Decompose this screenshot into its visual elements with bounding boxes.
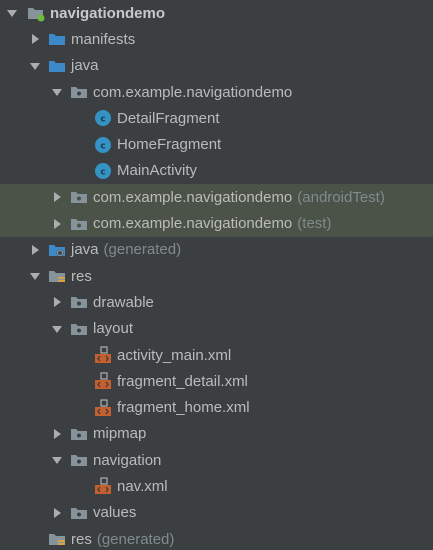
collapsed-arrow-icon[interactable]	[47, 214, 67, 234]
layout-xml-icon	[94, 372, 112, 390]
tree-label-navigation: navigation	[93, 451, 162, 469]
tree-suffix-res-generated: (generated)	[96, 530, 175, 548]
resource-folder-icon	[48, 267, 66, 285]
tree-row-navigation[interactable]: navigation	[0, 447, 433, 473]
tree-label-java: java	[71, 57, 99, 75]
folder-icon	[70, 504, 88, 522]
tree-row-layout[interactable]: layout	[0, 316, 433, 342]
package-icon	[70, 215, 88, 233]
collapsed-arrow-icon[interactable]	[47, 292, 67, 312]
tree-row-detail-fragment[interactable]: c DetailFragment	[0, 105, 433, 131]
expanded-arrow-icon[interactable]	[25, 266, 45, 286]
tree-suffix-android-test: (androidTest)	[297, 188, 385, 206]
collapsed-arrow-icon[interactable]	[25, 240, 45, 260]
tree-label-fragment-detail-xml: fragment_detail.xml	[117, 372, 248, 390]
tree-row-home-fragment[interactable]: c HomeFragment	[0, 131, 433, 157]
folder-icon	[70, 425, 88, 443]
expanded-arrow-icon[interactable]	[47, 82, 67, 102]
class-icon: c	[94, 162, 112, 180]
tree-suffix-java-generated: (generated)	[103, 241, 182, 259]
collapsed-arrow-icon[interactable]	[47, 424, 67, 444]
layout-xml-icon	[94, 346, 112, 364]
class-icon: c	[94, 136, 112, 154]
collapsed-arrow-icon[interactable]	[47, 187, 67, 207]
tree-row-res-generated[interactable]: res (generated)	[0, 526, 433, 550]
tree-label-mipmap: mipmap	[93, 425, 147, 443]
tree-label-package-android-test: com.example.navigationdemo	[93, 188, 293, 206]
svg-text:c: c	[100, 141, 105, 151]
tree-row-root[interactable]: navigationdemo	[0, 0, 433, 26]
source-folder-icon	[48, 57, 66, 75]
folder-icon	[70, 320, 88, 338]
package-icon	[70, 83, 88, 101]
tree-label-package-test: com.example.navigationdemo	[93, 215, 293, 233]
package-icon	[70, 188, 88, 206]
tree-row-package-test[interactable]: com.example.navigationdemo (test)	[0, 210, 433, 237]
tree-label-detail-fragment: DetailFragment	[117, 109, 220, 127]
tree-label-nav-xml: nav.xml	[117, 477, 168, 495]
collapsed-arrow-icon[interactable]	[47, 503, 67, 523]
expanded-arrow-icon[interactable]	[47, 450, 67, 470]
tree-row-main-activity[interactable]: c MainActivity	[0, 158, 433, 184]
class-icon: c	[94, 109, 112, 127]
folder-icon	[70, 293, 88, 311]
tree-row-activity-main-xml[interactable]: activity_main.xml	[0, 342, 433, 368]
tree-row-values[interactable]: values	[0, 500, 433, 526]
tree-row-manifests[interactable]: manifests	[0, 26, 433, 52]
tree-row-mipmap[interactable]: mipmap	[0, 421, 433, 447]
tree-label-res-generated: res	[71, 530, 92, 548]
svg-text:c: c	[100, 115, 105, 125]
generated-source-folder-icon	[48, 241, 66, 259]
tree-row-res[interactable]: res	[0, 263, 433, 289]
expanded-arrow-icon[interactable]	[25, 56, 45, 76]
expanded-arrow-icon[interactable]	[47, 319, 67, 339]
tree-label-java-generated: java	[71, 241, 99, 259]
layout-xml-icon	[94, 477, 112, 495]
source-folder-icon	[48, 30, 66, 48]
expanded-arrow-icon[interactable]	[2, 3, 22, 23]
resource-folder-icon	[48, 530, 66, 548]
tree-label-res: res	[71, 267, 92, 285]
svg-text:c: c	[100, 167, 105, 177]
tree-label-layout: layout	[93, 320, 134, 338]
tree-label-manifests: manifests	[71, 30, 136, 48]
tree-row-fragment-home-xml[interactable]: fragment_home.xml	[0, 394, 433, 420]
tree-label-home-fragment: HomeFragment	[117, 136, 222, 154]
layout-xml-icon	[94, 398, 112, 417]
tree-row-nav-xml[interactable]: nav.xml	[0, 473, 433, 499]
tree-row-drawable[interactable]: drawable	[0, 289, 433, 315]
tree-label-drawable: drawable	[93, 293, 154, 311]
module-folder-icon	[27, 4, 45, 22]
tree-row-fragment-detail-xml[interactable]: fragment_detail.xml	[0, 368, 433, 394]
tree-label-root: navigationdemo	[50, 4, 166, 22]
tree-label-values: values	[93, 504, 137, 522]
tree-label-activity-main-xml: activity_main.xml	[117, 346, 232, 364]
tree-suffix-test: (test)	[297, 215, 332, 233]
tree-row-package-android-test[interactable]: com.example.navigationdemo (androidTest)	[0, 184, 433, 211]
project-tree: navigationdemo manifests java com.exampl…	[0, 0, 433, 550]
tree-label-main-activity: MainActivity	[117, 162, 198, 180]
tree-row-java-generated[interactable]: java (generated)	[0, 237, 433, 263]
collapsed-arrow-icon[interactable]	[25, 29, 45, 49]
tree-label-package-main: com.example.navigationdemo	[93, 83, 293, 101]
tree-label-fragment-home-xml: fragment_home.xml	[117, 399, 250, 417]
folder-icon	[70, 451, 88, 469]
tree-row-java[interactable]: java	[0, 53, 433, 79]
tree-row-package-main[interactable]: com.example.navigationdemo	[0, 79, 433, 105]
